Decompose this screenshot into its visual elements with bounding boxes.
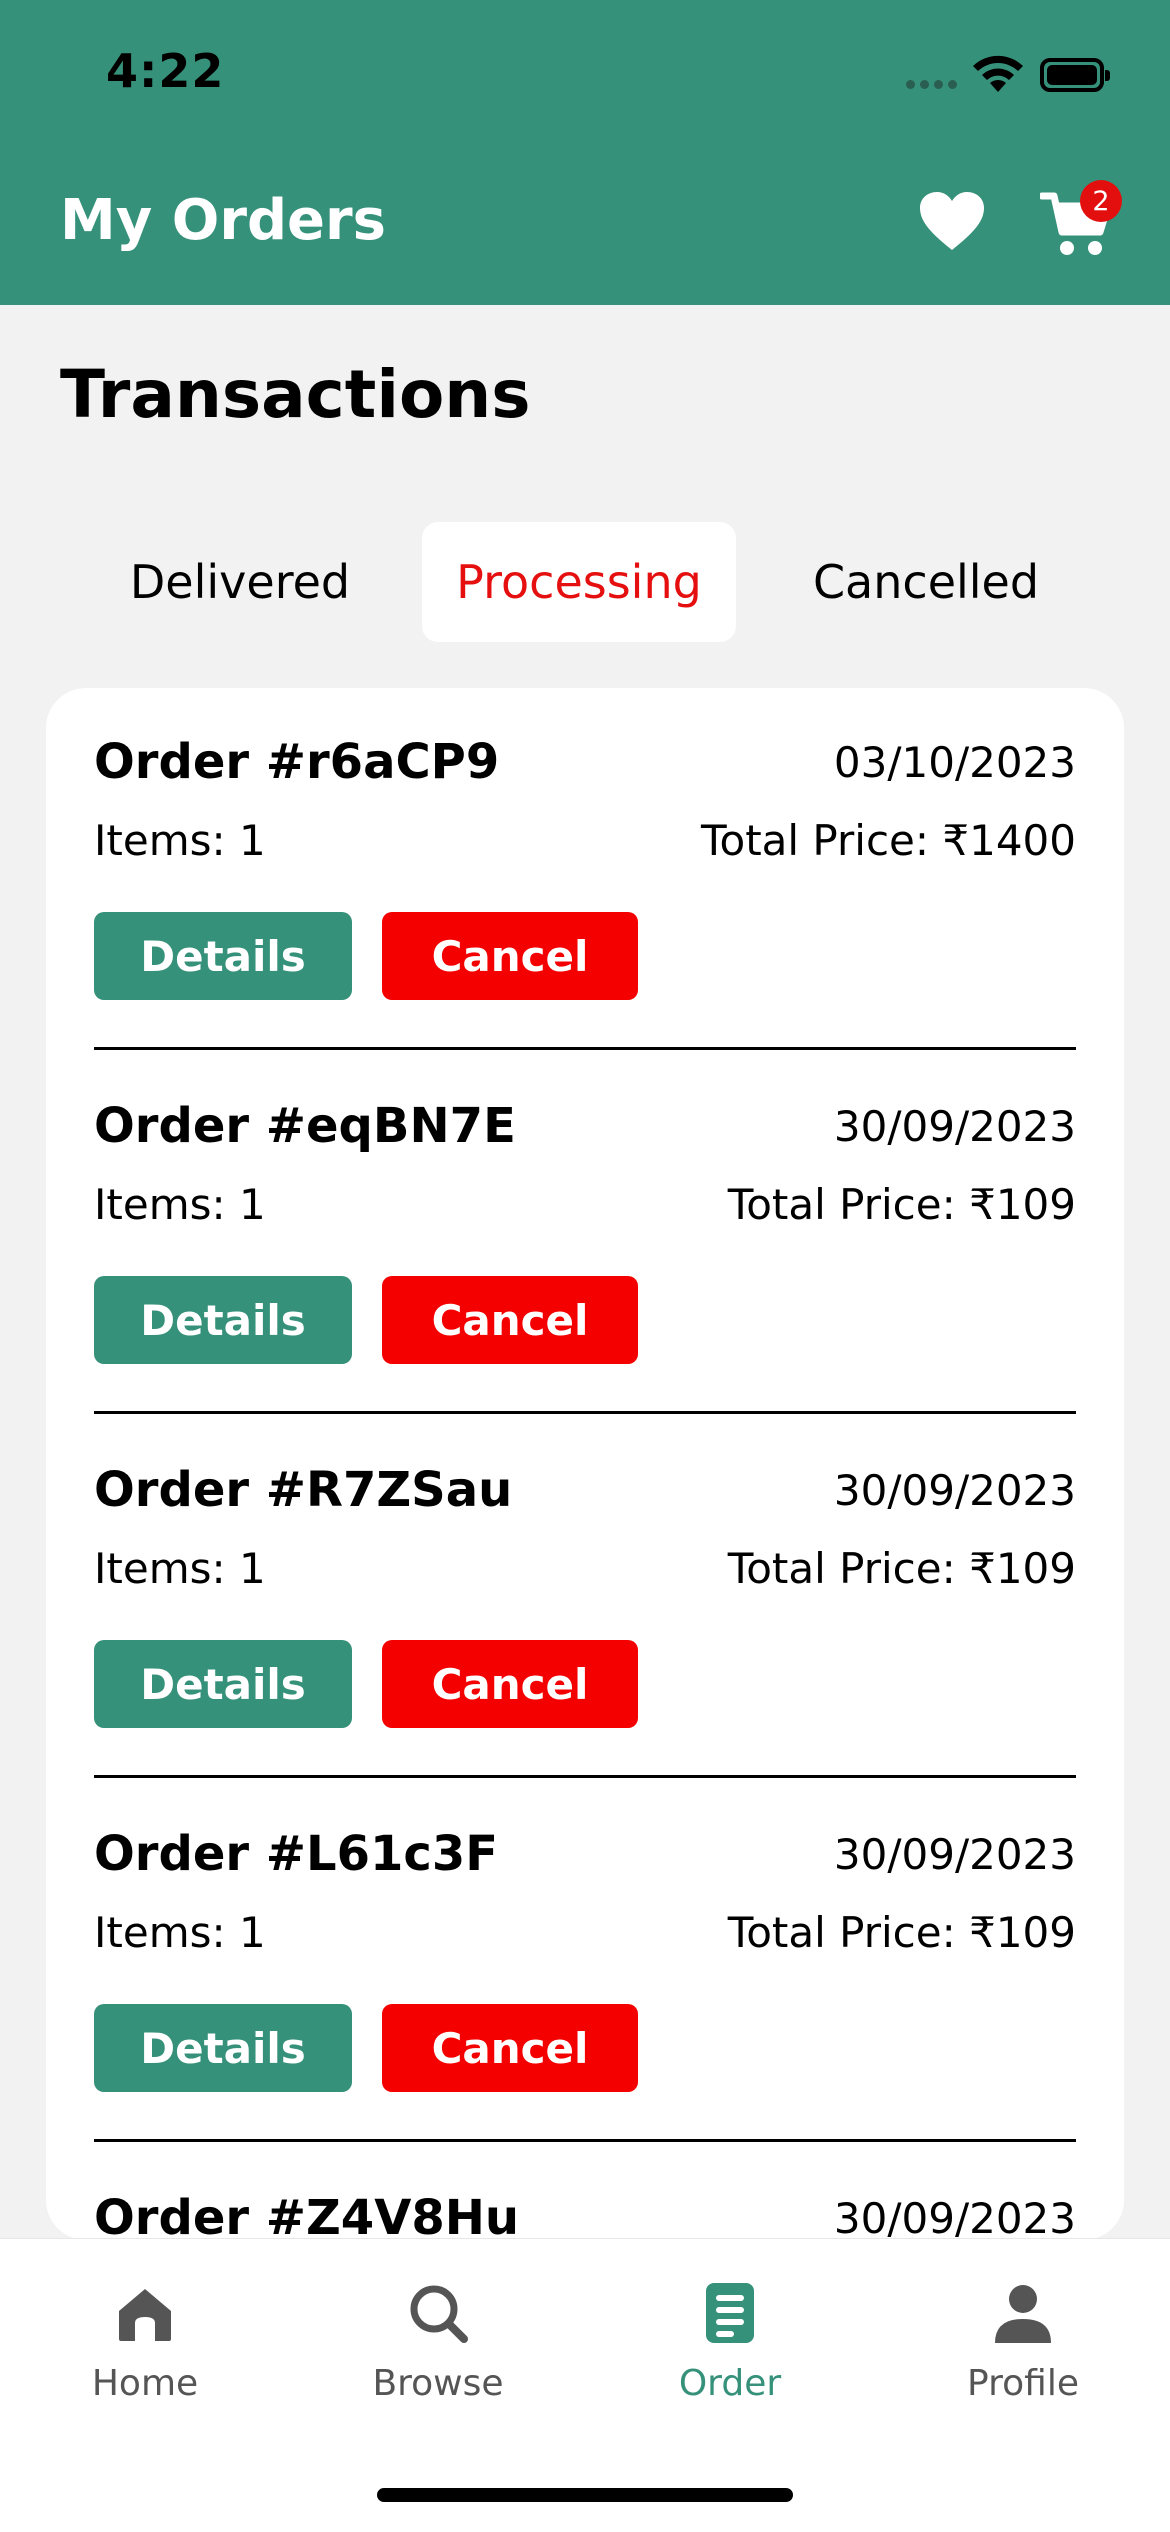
order-card: Order #Z4V8Hu 30/09/2023 [46, 2144, 1124, 2240]
search-icon [410, 2285, 468, 2343]
order-card: Order #r6aCP9 03/10/2023 Items: 1 Total … [46, 688, 1124, 1052]
status-time: 4:22 [106, 44, 225, 98]
order-date: 30/09/2023 [833, 1466, 1076, 1515]
section-title: Transactions [60, 356, 531, 433]
order-total: Total Price: ₹109 [727, 1180, 1076, 1229]
wifi-icon [973, 55, 1023, 92]
nav-browse[interactable]: Browse [318, 2281, 558, 2441]
cancel-button[interactable]: Cancel [382, 912, 638, 1000]
my-orders-screen: 4:22 My Orders 2 Transactions Delivered … [0, 0, 1170, 2532]
order-total: Total Price: ₹1400 [700, 816, 1076, 865]
tab-processing[interactable]: Processing [422, 522, 736, 642]
cancel-button[interactable]: Cancel [382, 1276, 638, 1364]
nav-home-label: Home [91, 2363, 199, 2404]
order-id: Order #Z4V8Hu [94, 2190, 520, 2240]
nav-order-label: Order [678, 2363, 782, 2404]
cellular-signal-icon [906, 80, 957, 89]
order-date: 30/09/2023 [833, 2194, 1076, 2240]
nav-order[interactable]: Order [610, 2281, 850, 2441]
cancel-button[interactable]: Cancel [382, 2004, 638, 2092]
tab-cancelled[interactable]: Cancelled [776, 522, 1076, 642]
heart-icon[interactable] [918, 190, 986, 252]
order-date: 30/09/2023 [833, 1102, 1076, 1151]
order-card: Order #L61c3F 30/09/2023 Items: 1 Total … [46, 1780, 1124, 2144]
order-date: 30/09/2023 [833, 1830, 1076, 1879]
tab-delivered[interactable]: Delivered [100, 522, 380, 642]
details-button[interactable]: Details [94, 2004, 352, 2092]
order-card: Order #eqBN7E 30/09/2023 Items: 1 Total … [46, 1052, 1124, 1416]
page-title: My Orders [60, 188, 386, 253]
divider [94, 1411, 1076, 1414]
order-id: Order #L61c3F [94, 1826, 499, 1882]
home-indicator [377, 2488, 793, 2502]
divider [94, 1775, 1076, 1778]
divider [94, 1047, 1076, 1050]
divider [94, 2139, 1076, 2142]
order-items: Items: 1 [94, 816, 266, 865]
order-id: Order #R7ZSau [94, 1462, 513, 1518]
home-icon [119, 2289, 171, 2341]
order-total: Total Price: ₹109 [727, 1544, 1076, 1593]
order-items: Items: 1 [94, 1180, 266, 1229]
battery-icon [1040, 58, 1110, 92]
order-items: Items: 1 [94, 1544, 266, 1593]
nav-profile[interactable]: Profile [903, 2281, 1143, 2441]
order-id: Order #r6aCP9 [94, 734, 500, 790]
cart-badge: 2 [1080, 180, 1122, 222]
order-id: Order #eqBN7E [94, 1098, 516, 1154]
details-button[interactable]: Details [94, 912, 352, 1000]
app-header: 4:22 My Orders 2 [0, 0, 1170, 305]
cancel-button[interactable]: Cancel [382, 1640, 638, 1728]
nav-home[interactable]: Home [25, 2281, 265, 2441]
order-items: Items: 1 [94, 1908, 266, 1957]
orders-list: Order #r6aCP9 03/10/2023 Items: 1 Total … [46, 688, 1124, 2240]
order-total: Total Price: ₹109 [727, 1908, 1076, 1957]
nav-profile-label: Profile [967, 2363, 1079, 2404]
person-icon [995, 2285, 1051, 2343]
order-card: Order #R7ZSau 30/09/2023 Items: 1 Total … [46, 1416, 1124, 1780]
details-button[interactable]: Details [94, 1276, 352, 1364]
nav-browse-label: Browse [372, 2363, 504, 2404]
details-button[interactable]: Details [94, 1640, 352, 1728]
document-icon [706, 2283, 754, 2343]
order-date: 03/10/2023 [833, 738, 1076, 787]
